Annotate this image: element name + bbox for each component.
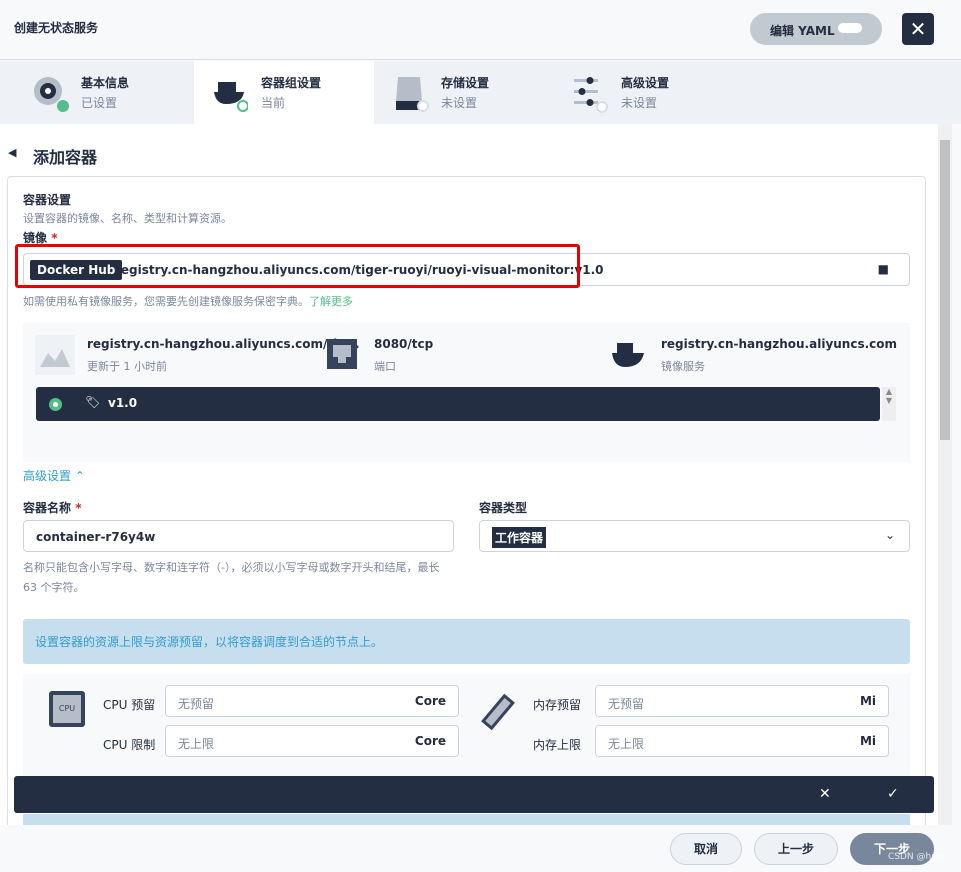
- registry-host: registry.cn-hangzhou.aliyuncs.com: [661, 337, 898, 351]
- docker-whale-icon: [612, 343, 644, 367]
- toggle-switch-icon: [838, 23, 862, 33]
- name-label: 容器名称: [23, 501, 72, 515]
- container-name-value: container-r76y4w: [36, 530, 156, 544]
- image-info-panel: registry.cn-hangzhou.aliyuncs.com/tig...…: [23, 323, 910, 462]
- mem-unit: Mi: [859, 694, 876, 708]
- chevron-up-icon: ⌃: [74, 469, 85, 483]
- step-status: 未设置: [441, 96, 478, 110]
- registry-label: 镜像服务: [661, 360, 705, 373]
- cpu-request-placeholder: 无预留: [178, 697, 215, 711]
- watermark: CSDN @hrzz: [888, 852, 945, 862]
- container-type-select[interactable]: 工作容器 ⌄: [479, 520, 910, 552]
- mem-limit-placeholder: 无上限: [608, 737, 645, 751]
- radio-selected-icon[interactable]: [49, 398, 62, 411]
- chevron-down-icon: ⌄: [884, 528, 895, 542]
- back-arrow-icon[interactable]: ◀: [8, 146, 16, 159]
- memory-icon: [481, 693, 515, 731]
- cpu-limit-placeholder: 无上限: [178, 737, 215, 751]
- cube-icon[interactable]: ■: [878, 262, 889, 276]
- footer: 取消 上一步 下一步 CSDN @hrzz: [0, 825, 961, 872]
- cpu-unit: Core: [414, 694, 446, 708]
- scrollbar-thumb[interactable]: [940, 140, 950, 440]
- tag-list-scrollbar[interactable]: ▲ ▼: [882, 387, 896, 421]
- close-button[interactable]: ✕: [902, 13, 934, 45]
- cancel-button[interactable]: 取消: [670, 833, 742, 865]
- docker-icon: [214, 82, 248, 112]
- mem-limit-label: 内存上限: [533, 738, 582, 752]
- ethernet-port-icon: [327, 339, 357, 369]
- step-title: 基本信息: [81, 76, 130, 90]
- tab-basic-info[interactable]: 基本信息 已设置: [0, 61, 194, 124]
- content-area: ◀ 添加容器 容器设置 设置容器的镜像、名称、类型和计算资源。 镜像 * Doc…: [0, 124, 938, 825]
- partial-notice: [23, 814, 910, 825]
- sliders-icon: [574, 77, 608, 113]
- step-tabs: 基本信息 已设置 容器组设置 当前 存储设置 未设置 高级设置 未设置: [0, 61, 961, 124]
- mem-unit: Mi: [859, 734, 876, 748]
- confirm-container-button[interactable]: ✓: [887, 786, 899, 802]
- learn-more-link[interactable]: 了解更多: [309, 295, 353, 308]
- container-settings-card: 容器设置 设置容器的镜像、名称、类型和计算资源。 镜像 * Docker Hub…: [7, 176, 926, 825]
- disc-icon: [34, 77, 69, 112]
- container-type-value: 工作容器: [492, 527, 547, 548]
- confirm-bar: ✕ ✓: [14, 776, 934, 813]
- cpu-request-input[interactable]: 无预留 Core: [165, 685, 459, 717]
- previous-button[interactable]: 上一步: [754, 833, 838, 865]
- edit-yaml-label: 编辑 YAML: [770, 24, 835, 38]
- image-updated: 更新于 1 小时前: [87, 360, 167, 373]
- required-mark: *: [75, 501, 82, 515]
- resource-panel: CPU CPU 预留 无预留 Core CPU 限制 无上限 Core 内存预留 无…: [23, 674, 910, 784]
- tab-container-group[interactable]: 容器组设置 当前: [194, 61, 374, 124]
- container-name-input[interactable]: container-r76y4w: [23, 520, 454, 552]
- type-label: 容器类型: [479, 501, 528, 515]
- step-status: 已设置: [81, 96, 118, 110]
- cpu-limit-input[interactable]: 无上限 Core: [165, 725, 459, 757]
- step-status: 当前: [261, 96, 286, 110]
- advanced-toggle[interactable]: 高级设置 ⌃: [23, 467, 85, 484]
- dialog-title: 创建无状态服务: [14, 21, 99, 35]
- name-hint: 名称只能包含小写字母、数字和连字符（-），必须以小写字母或数字开头和结尾，最长 …: [23, 561, 440, 594]
- port-label: 端口: [374, 360, 396, 373]
- step-status: 未设置: [621, 96, 658, 110]
- resource-notice: 设置容器的资源上限与资源预留，以将容器调度到合适的节点上。: [23, 619, 910, 664]
- cpu-unit: Core: [414, 734, 446, 748]
- edit-yaml-toggle[interactable]: 编辑 YAML: [750, 13, 882, 45]
- image-hint: 如需使用私有镜像服务，您需要先创建镜像服务保密字典。: [23, 295, 309, 308]
- tag-option[interactable]: 🏷 v1.0: [36, 387, 880, 421]
- cpu-request-label: CPU 预留: [103, 698, 156, 712]
- section-desc: 设置容器的镜像、名称、类型和计算资源。: [23, 212, 232, 225]
- tab-storage[interactable]: 存储设置 未设置: [374, 61, 554, 124]
- mem-request-input[interactable]: 无预留 Mi: [595, 685, 889, 717]
- mem-limit-input[interactable]: 无上限 Mi: [595, 725, 889, 757]
- cpu-limit-label: CPU 限制: [103, 738, 156, 752]
- required-mark: *: [51, 231, 58, 245]
- image-placeholder-icon: [35, 335, 75, 375]
- step-title: 容器组设置: [261, 76, 322, 90]
- highlight-box: [15, 244, 580, 288]
- mem-request-placeholder: 无预留: [608, 697, 645, 711]
- advanced-label: 高级设置: [23, 469, 72, 483]
- step-title: 存储设置: [441, 76, 490, 90]
- port-value: 8080/tcp: [374, 337, 434, 351]
- header: 创建无状态服务 编辑 YAML ✕: [0, 0, 961, 60]
- mem-request-label: 内存预留: [533, 698, 582, 712]
- tag-value: v1.0: [108, 396, 138, 410]
- storage-icon: [396, 77, 429, 112]
- page-title: 添加容器: [33, 148, 98, 167]
- tag-icon: 🏷: [85, 395, 101, 409]
- image-label: 镜像: [23, 231, 48, 245]
- cpu-icon: CPU: [49, 691, 85, 727]
- tab-advanced[interactable]: 高级设置 未设置: [554, 61, 734, 124]
- step-title: 高级设置: [621, 76, 670, 90]
- section-title: 容器设置: [23, 193, 72, 207]
- cancel-container-button[interactable]: ✕: [819, 786, 831, 802]
- image-name: registry.cn-hangzhou.aliyuncs.com/tig...: [87, 337, 360, 351]
